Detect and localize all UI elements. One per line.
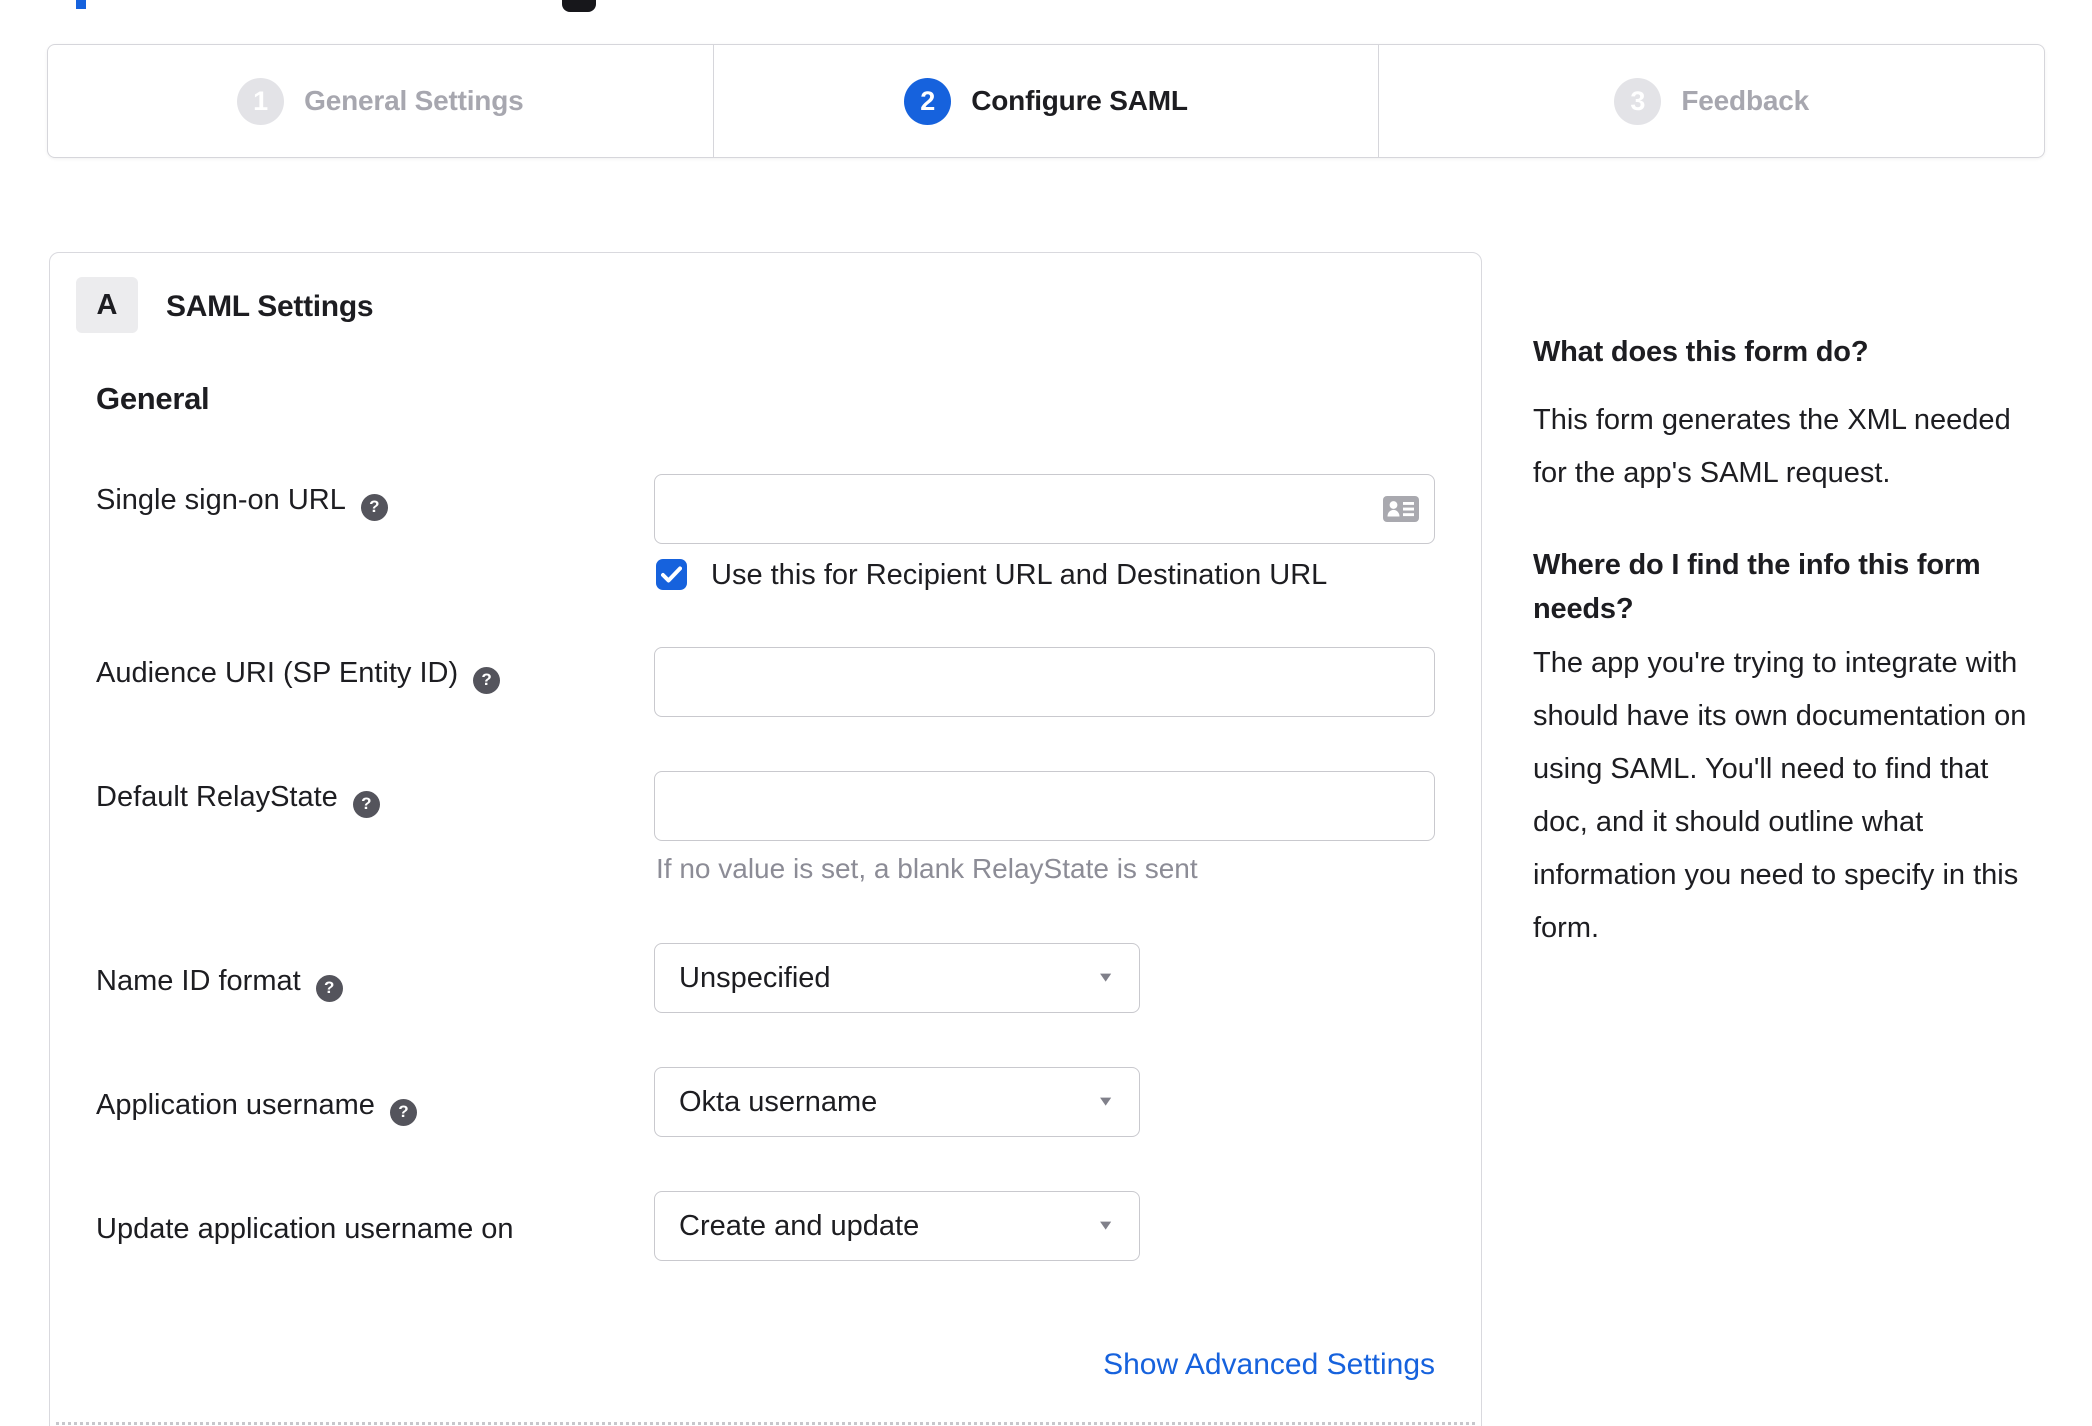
help-heading-2: Where do I find the info this form needs… xyxy=(1533,549,1981,625)
checkmark-icon xyxy=(661,566,682,583)
sso-url-label: Single sign-on URL? xyxy=(96,484,388,521)
chevron-down-icon: ▼ xyxy=(1096,970,1115,986)
step-general-settings[interactable]: 1 General Settings xyxy=(48,45,713,157)
clipped-header-artifact-blue xyxy=(76,0,86,9)
contact-card-icon xyxy=(1383,496,1419,522)
application-username-label: Application username? xyxy=(96,1089,417,1126)
help-paragraph-1: This form generates the XML needed for t… xyxy=(1533,404,2011,489)
help-icon[interactable]: ? xyxy=(360,493,388,521)
help-icon[interactable]: ? xyxy=(389,1098,417,1126)
step-configure-saml[interactable]: 2 Configure SAML xyxy=(712,45,1379,157)
chevron-down-icon: ▼ xyxy=(1096,1094,1115,1110)
selected-value: Okta username xyxy=(679,1085,878,1118)
help-paragraph-2: The app you're trying to integrate with … xyxy=(1533,647,2027,944)
help-heading-1: What does this form do? xyxy=(1533,336,1869,368)
default-relaystate-input[interactable] xyxy=(654,771,1435,841)
recipient-url-checkbox[interactable] xyxy=(656,559,687,590)
help-icon[interactable]: ? xyxy=(352,790,380,818)
step-label: Configure SAML xyxy=(971,85,1188,116)
selected-value: Unspecified xyxy=(679,961,831,994)
saml-settings-panel: A SAML Settings General Single sign-on U… xyxy=(49,252,1482,1426)
recipient-url-checkbox-label: Use this for Recipient URL and Destinati… xyxy=(711,559,1328,591)
update-app-username-select[interactable]: Create and update ▼ xyxy=(654,1191,1140,1261)
sso-url-input[interactable] xyxy=(654,474,1435,544)
name-id-format-label: Name ID format? xyxy=(96,965,343,1002)
default-relaystate-label: Default RelayState? xyxy=(96,781,380,818)
section-dotted-divider xyxy=(56,1422,1475,1425)
relaystate-hint: If no value is set, a blank RelayState i… xyxy=(656,853,1198,884)
step-number-badge: 1 xyxy=(237,77,285,125)
step-label: Feedback xyxy=(1681,85,1809,116)
sso-url-input-wrap xyxy=(654,474,1435,544)
step-feedback[interactable]: 3 Feedback xyxy=(1378,45,2044,157)
general-section-heading: General xyxy=(96,381,210,416)
audience-uri-label: Audience URI (SP Entity ID)? xyxy=(96,657,501,694)
show-advanced-settings-link[interactable]: Show Advanced Settings xyxy=(654,1348,1435,1382)
step-number-badge: 3 xyxy=(1614,77,1662,125)
help-icon[interactable]: ? xyxy=(473,666,501,694)
name-id-format-select[interactable]: Unspecified ▼ xyxy=(654,943,1140,1013)
chevron-down-icon: ▼ xyxy=(1096,1218,1115,1234)
audience-uri-input[interactable] xyxy=(654,647,1435,717)
clipped-header-artifact-dark xyxy=(562,0,596,12)
update-app-username-label: Update application username on xyxy=(96,1213,514,1245)
panel-title: SAML Settings xyxy=(166,290,374,323)
step-number-badge: 2 xyxy=(904,77,952,125)
application-username-select[interactable]: Okta username ▼ xyxy=(654,1067,1140,1137)
selected-value: Create and update xyxy=(679,1209,920,1242)
section-letter-badge: A xyxy=(76,277,138,333)
help-icon[interactable]: ? xyxy=(315,974,343,1002)
wizard-stepper: 1 General Settings 2 Configure SAML 3 Fe… xyxy=(47,44,2045,158)
step-label: General Settings xyxy=(304,85,524,116)
